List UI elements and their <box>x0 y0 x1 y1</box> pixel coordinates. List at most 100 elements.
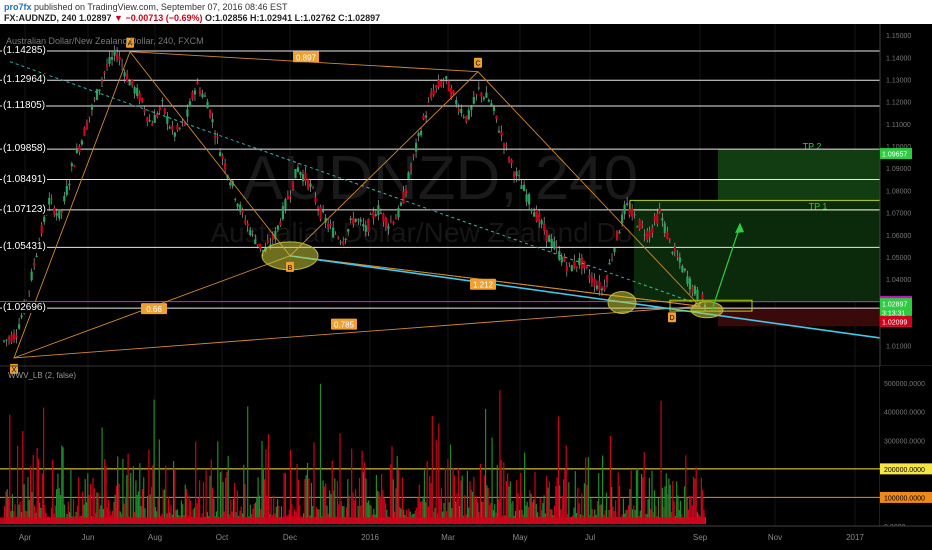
volume-bar <box>152 465 154 524</box>
candle-body <box>465 115 468 123</box>
author-link[interactable]: pro7fx <box>4 2 32 12</box>
candle-body <box>505 144 508 146</box>
volume-bar <box>457 467 459 524</box>
candle-body <box>590 277 594 283</box>
volume-bar <box>78 477 80 524</box>
candle-body <box>422 115 425 120</box>
candle-body <box>382 213 385 222</box>
candle-body <box>535 209 538 222</box>
candle-body <box>171 126 174 131</box>
candle-body <box>256 244 259 246</box>
price-tag-value: 1.02099 <box>882 319 907 326</box>
candle-body <box>517 175 521 177</box>
candle-body <box>55 213 58 216</box>
candle-body <box>198 90 202 95</box>
fib-level-label: (1.12964) <box>2 74 47 86</box>
candle-body <box>68 183 71 186</box>
time-axis-bg <box>0 526 932 550</box>
fib-level-label: (1.02696) <box>2 302 47 314</box>
candle-body <box>540 220 543 225</box>
tp1-zone <box>634 200 880 303</box>
volume-bar <box>195 441 197 524</box>
volume-bar <box>491 437 493 524</box>
volume-bar <box>351 448 353 524</box>
time-tick: Nov <box>768 533 782 542</box>
volume-bar <box>209 475 211 524</box>
candle-body <box>254 239 257 245</box>
candle-body <box>216 136 219 138</box>
candle-body <box>663 223 666 233</box>
time-axis[interactable]: Apr Jun Aug Oct Dec 2016 Mar May Jul Sep Nov 2017 <box>0 525 932 550</box>
volume-bar <box>557 416 559 524</box>
volume-bar <box>92 477 94 524</box>
candle-body <box>70 163 73 167</box>
candle-body <box>118 56 121 61</box>
candle-body <box>110 57 114 60</box>
candle-body <box>241 209 244 213</box>
candle-body <box>337 237 340 239</box>
candle-body <box>48 197 51 205</box>
ratio-label: 0.897 <box>296 53 317 62</box>
chart-area[interactable]: AUDNZD, 240 Australian Dollar/New Zealan… <box>0 24 932 550</box>
volume-bar <box>397 469 400 524</box>
volume-bar <box>219 472 221 524</box>
indicator-name: WWV_LB (2, false) <box>8 371 76 380</box>
candle-body <box>306 179 310 189</box>
candle-body <box>65 186 68 195</box>
candle-body <box>495 115 498 119</box>
candle-body <box>93 98 96 100</box>
candle-body <box>583 260 586 268</box>
candle-body <box>497 130 501 133</box>
volume-bar <box>449 444 452 524</box>
volume-bar <box>375 475 377 524</box>
candle-body <box>53 207 56 215</box>
candle-body <box>467 110 470 120</box>
candle-body <box>158 106 161 111</box>
indicator-pane[interactable]: WWV_LB (2, false) 500000.0000 400000.0000 3… <box>0 365 932 531</box>
candle-body <box>188 101 192 107</box>
volume-bar <box>602 455 604 524</box>
candle-body <box>327 223 330 228</box>
chart-canvas[interactable]: AUDNZD, 240 Australian Dollar/New Zealan… <box>0 24 932 550</box>
candle-body <box>477 87 480 89</box>
candle-body <box>696 289 699 300</box>
candle-body <box>462 116 465 118</box>
volume-bar <box>158 439 160 524</box>
volume-bar <box>563 479 565 524</box>
volume-bar <box>264 479 266 524</box>
volume-bar <box>226 471 228 524</box>
volume-bar <box>267 434 270 524</box>
price-change: ▼ −0.00713 (−0.69%) <box>114 13 203 23</box>
candle-body <box>166 115 169 124</box>
volume-bar <box>334 478 336 524</box>
volume-bar <box>503 462 505 524</box>
volume-bar <box>284 473 286 524</box>
candle-body <box>598 281 601 291</box>
candle-body <box>5 339 8 341</box>
candle-body <box>608 262 611 265</box>
candle-body <box>445 76 448 79</box>
volume-bar <box>331 460 333 524</box>
volume-bar <box>41 473 43 524</box>
candle-body <box>98 89 101 92</box>
time-tick: Apr <box>19 533 32 542</box>
volume-bar <box>143 477 145 524</box>
time-tick: Dec <box>283 533 297 542</box>
volume-bar <box>426 461 428 524</box>
candle-body <box>666 231 669 240</box>
price-tick: 1.11000 <box>886 122 911 129</box>
volume-bar <box>435 440 437 524</box>
volume-bar <box>660 400 662 524</box>
volume-bar <box>257 477 259 524</box>
price-tick: 1.05000 <box>886 255 911 262</box>
volume-bar <box>339 433 341 524</box>
price-tick: 1.12000 <box>886 100 911 107</box>
candle-body <box>693 286 697 295</box>
candle-body <box>208 109 212 117</box>
point-B-label: B <box>288 265 293 272</box>
candle-body <box>347 229 350 232</box>
candle-body <box>301 174 305 182</box>
candle-body <box>512 172 516 178</box>
volume-bar <box>148 449 150 524</box>
volume-bar <box>466 470 468 524</box>
